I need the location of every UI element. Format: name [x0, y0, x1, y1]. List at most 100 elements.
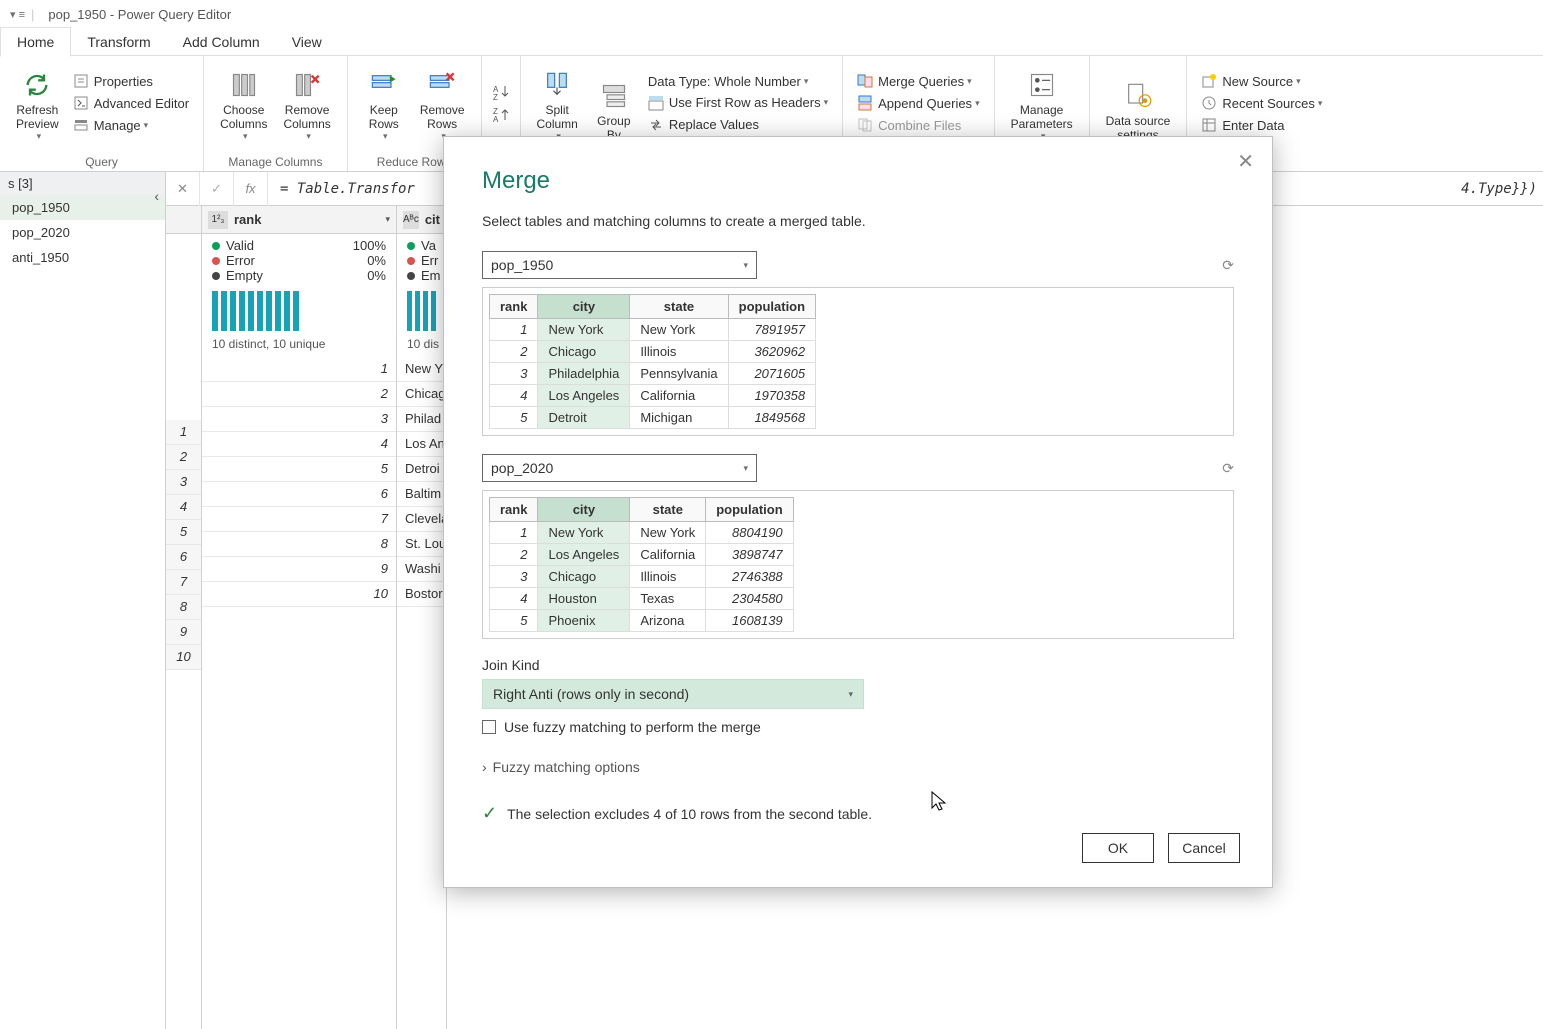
row-number[interactable]: 10	[166, 645, 201, 670]
table-cell[interactable]: 3	[490, 566, 538, 588]
primary-table-select[interactable]: pop_1950 ▾	[482, 251, 757, 279]
table-cell[interactable]: 2	[490, 341, 538, 363]
table-cell[interactable]: 4	[202, 432, 396, 457]
table-cell[interactable]: 8804190	[706, 522, 793, 544]
table-cell[interactable]: 7	[202, 507, 396, 532]
table-cell[interactable]: Los Angeles	[538, 544, 630, 566]
row-number[interactable]: 6	[166, 545, 201, 570]
table-cell[interactable]: Washi	[397, 557, 446, 582]
rownum-header[interactable]	[166, 206, 201, 234]
append-queries-button[interactable]: Append Queries▾	[851, 92, 985, 114]
ok-button[interactable]: OK	[1082, 833, 1154, 863]
table-cell[interactable]: New York	[538, 522, 630, 544]
table-cell[interactable]: 7891957	[728, 319, 815, 341]
tab-home[interactable]: Home	[0, 27, 71, 57]
table-cell[interactable]: Clevela	[397, 507, 446, 532]
table-cell[interactable]: Phoenix	[538, 610, 630, 632]
t1-city-header[interactable]: city	[538, 295, 630, 319]
table-cell[interactable]: 10	[202, 582, 396, 607]
table-cell[interactable]: 2	[490, 544, 538, 566]
table-cell[interactable]: 4	[490, 588, 538, 610]
recent-sources-button[interactable]: Recent Sources▾	[1195, 92, 1328, 114]
combine-files-button[interactable]: Combine Files	[851, 114, 985, 136]
table-cell[interactable]: 2071605	[728, 363, 815, 385]
row-number[interactable]: 5	[166, 520, 201, 545]
properties-button[interactable]: Properties	[67, 70, 195, 92]
col-city-header[interactable]: Aᴮc cit	[397, 206, 446, 234]
table-cell[interactable]: 3	[490, 363, 538, 385]
secondary-table-select[interactable]: pop_2020 ▾	[482, 454, 757, 482]
sort-desc-button[interactable]: ZA	[490, 103, 512, 125]
table-cell[interactable]: New York	[630, 319, 728, 341]
data-source-settings-button[interactable]: Data source settings	[1098, 60, 1179, 146]
refresh-preview-icon[interactable]: ⟳	[1222, 460, 1234, 477]
t2-state-header[interactable]: state	[630, 498, 706, 522]
table-cell[interactable]: Texas	[630, 588, 706, 610]
fuzzy-matching-checkbox-row[interactable]: Use fuzzy matching to perform the merge	[482, 719, 1234, 735]
first-row-headers-button[interactable]: Use First Row as Headers▾	[642, 92, 834, 114]
table-cell[interactable]: 3620962	[728, 341, 815, 363]
row-number[interactable]: 7	[166, 570, 201, 595]
table-cell[interactable]: Chicag	[397, 382, 446, 407]
table-cell[interactable]: 3	[202, 407, 396, 432]
fuzzy-options-expander[interactable]: › Fuzzy matching options	[482, 759, 1234, 775]
table-cell[interactable]: Los An	[397, 432, 446, 457]
enter-data-button[interactable]: Enter Data	[1195, 114, 1328, 136]
table-cell[interactable]: Baltim	[397, 482, 446, 507]
table-cell[interactable]: 2	[202, 382, 396, 407]
query-item[interactable]: pop_2020	[0, 220, 165, 245]
advanced-editor-button[interactable]: Advanced Editor	[67, 92, 195, 114]
manage-button[interactable]: Manage▾	[67, 114, 195, 136]
query-item[interactable]: anti_1950	[0, 245, 165, 270]
t2-city-header[interactable]: city	[538, 498, 630, 522]
qat-toggle[interactable]: ▾ ≡	[6, 8, 29, 21]
table-cell[interactable]: 6	[202, 482, 396, 507]
table-cell[interactable]: 1849568	[728, 407, 815, 429]
close-icon[interactable]: ✕	[1229, 145, 1262, 178]
table-cell[interactable]: Pennsylvania	[630, 363, 728, 385]
table-cell[interactable]: New York	[538, 319, 630, 341]
tab-view[interactable]: View	[276, 28, 338, 56]
join-kind-select[interactable]: Right Anti (rows only in second) ▾	[482, 679, 864, 709]
row-number[interactable]: 1	[166, 420, 201, 445]
table-cell[interactable]: New Y	[397, 357, 446, 382]
table-cell[interactable]: Detroit	[538, 407, 630, 429]
formula-cancel-button[interactable]: ✕	[166, 172, 200, 206]
split-column-button[interactable]: Split Column▾	[529, 60, 586, 146]
tab-transform[interactable]: Transform	[71, 28, 166, 56]
t1-state-header[interactable]: state	[630, 295, 728, 319]
table-cell[interactable]: 2746388	[706, 566, 793, 588]
table-cell[interactable]: Chicago	[538, 341, 630, 363]
table-cell[interactable]: Philadelphia	[538, 363, 630, 385]
row-number[interactable]: 2	[166, 445, 201, 470]
collapse-icon[interactable]: ‹	[154, 188, 159, 204]
table-cell[interactable]: Michigan	[630, 407, 728, 429]
table-cell[interactable]: Philad	[397, 407, 446, 432]
table-cell[interactable]: 1	[202, 357, 396, 382]
col-rank-filter[interactable]: ▾	[385, 214, 390, 225]
table-cell[interactable]: California	[630, 385, 728, 407]
fuzzy-checkbox[interactable]	[482, 720, 496, 734]
table-cell[interactable]: 9	[202, 557, 396, 582]
table-cell[interactable]: Houston	[538, 588, 630, 610]
query-item[interactable]: pop_1950	[0, 195, 165, 220]
keep-rows-button[interactable]: Keep Rows▾	[356, 60, 412, 146]
table-cell[interactable]: New York	[630, 522, 706, 544]
table-cell[interactable]: Chicago	[538, 566, 630, 588]
table-cell[interactable]: 8	[202, 532, 396, 557]
table-cell[interactable]: 1970358	[728, 385, 815, 407]
table-cell[interactable]: 5	[490, 407, 538, 429]
table-cell[interactable]: St. Lou	[397, 532, 446, 557]
cancel-button[interactable]: Cancel	[1168, 833, 1240, 863]
formula-fx-button[interactable]: fx	[234, 172, 268, 206]
table-cell[interactable]: 1	[490, 522, 538, 544]
table-cell[interactable]: 4	[490, 385, 538, 407]
table-cell[interactable]: 1	[490, 319, 538, 341]
t2-rank-header[interactable]: rank	[490, 498, 538, 522]
new-source-button[interactable]: New Source▾	[1195, 70, 1328, 92]
manage-parameters-button[interactable]: Manage Parameters▾	[1003, 60, 1081, 146]
choose-columns-button[interactable]: Choose Columns▾	[212, 60, 275, 146]
table-cell[interactable]: 3898747	[706, 544, 793, 566]
col-rank-header[interactable]: 1²₃ rank ▾	[202, 206, 396, 234]
table-cell[interactable]: Arizona	[630, 610, 706, 632]
